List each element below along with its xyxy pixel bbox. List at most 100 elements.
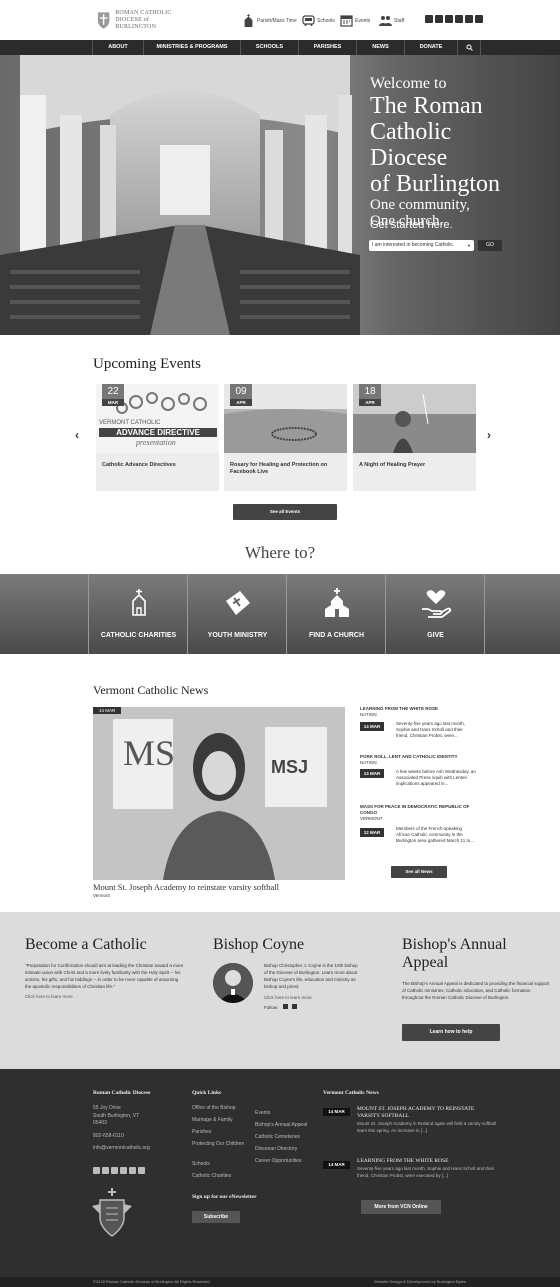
nav-news[interactable]: NEWS (357, 40, 404, 55)
go-button[interactable]: GO (478, 240, 502, 251)
event-card[interactable]: 09 APR Rosary for Healing and Protection… (224, 384, 347, 491)
news-main-location: Vermont (93, 893, 110, 898)
appeal-title-line-1: Bishop's Annual (402, 936, 507, 953)
quick-link[interactable]: Parishes (192, 1129, 211, 1135)
footer-phone[interactable]: 802-658-6110 (93, 1133, 150, 1141)
event-title[interactable]: Catholic Advance Directives (102, 462, 214, 469)
nav-search[interactable] (458, 40, 480, 55)
nav-parishes[interactable]: PARISHES (299, 40, 356, 55)
event-day: 18 (359, 384, 381, 399)
side-news-text: A few weeks before Ash Wednesday, an Ass… (396, 769, 476, 786)
bishop-learn-more-link[interactable]: Click here to learn more (264, 995, 359, 1000)
quick-link[interactable]: Protecting Our Children (192, 1141, 247, 1148)
event-card[interactable]: VERMONT CATHOLIC ADVANCE DIRECTIVE prese… (96, 384, 219, 491)
quick-link[interactable]: Events (255, 1110, 270, 1116)
vimeo-icon[interactable] (102, 1167, 109, 1174)
nav-ministries[interactable]: MINISTRIES & PROGRAMS (144, 40, 240, 55)
side-news-item[interactable]: PORK ROLL, LENT AND CATHOLIC IDENTITY NA… (360, 754, 476, 786)
where-label: GIVE (427, 632, 444, 639)
site-header: ROMAN CATHOLIC DIOCESE of BURLINGTON Par… (0, 0, 560, 40)
become-learn-more-link[interactable]: Click here to learn more (25, 994, 185, 999)
twitter-icon[interactable] (282, 1004, 288, 1009)
events-label: Events (355, 17, 371, 24)
side-news-title[interactable]: MASS FOR PEACE IN DEMOCRATIC REPUBLIC OF… (360, 804, 475, 816)
events-prev-arrow[interactable]: ‹ (75, 428, 79, 442)
events-link[interactable]: Events (340, 14, 370, 27)
quick-link[interactable]: Career Opportunities (255, 1158, 301, 1164)
see-all-events-button[interactable]: See all Events (233, 504, 337, 520)
footer-org-title: Roman Catholic Diocese (93, 1090, 151, 1096)
design-credit-link[interactable]: Website Design & Development by Burlingt… (374, 1279, 466, 1284)
bishop-portrait (213, 963, 253, 1003)
youtube-icon[interactable] (425, 15, 433, 23)
vcn-text: Seventy-five years ago last month, Sophi… (357, 1166, 495, 1178)
newsletter-title: Sign up for our eNewsletter (192, 1194, 257, 1200)
parish-mass-time-label: Parish/Mass Time (257, 17, 297, 24)
nav-schools[interactable]: SCHOOLS (241, 40, 298, 55)
news-main-headline[interactable]: Mount St. Joseph Academy to reinstate va… (93, 882, 279, 892)
crest-icon (97, 12, 110, 29)
footer-email[interactable]: info@vermontcatholic.org (93, 1145, 150, 1153)
side-news-item[interactable]: MASS FOR PEACE IN DEMOCRATIC REPUBLIC OF… (360, 804, 475, 843)
become-catholic-quote: "Preparation for Confirmation should aim… (25, 963, 184, 989)
twitter-icon[interactable] (455, 15, 463, 23)
learn-how-to-help-button[interactable]: Learn how to help (402, 1024, 500, 1041)
diocese-seal-icon (92, 1188, 132, 1237)
vcn-text: Mount St. Joseph Academy in Rutland agai… (357, 1121, 497, 1133)
quick-link[interactable]: Catholic Cemeteries (255, 1134, 300, 1140)
flickr-icon[interactable] (138, 1167, 145, 1174)
quick-link[interactable]: Schools (192, 1161, 210, 1167)
facebook-icon[interactable] (291, 1004, 297, 1009)
staff-link[interactable]: Staff (379, 14, 404, 27)
event-card[interactable]: 18 APR A Night of Healing Prayer (353, 384, 476, 491)
subscribe-button[interactable]: Subscribe (192, 1211, 240, 1223)
quick-link[interactable]: Bishop's Annual Appeal (255, 1122, 307, 1128)
quick-link[interactable]: Diocesan Directory (255, 1146, 297, 1152)
schools-link[interactable]: Schools (302, 14, 335, 27)
see-all-news-button[interactable]: See all News (391, 866, 447, 878)
quick-link[interactable]: Marriage & Family (192, 1117, 233, 1123)
event-day: 22 (102, 384, 124, 399)
welcome-catholic: Catholic (370, 119, 452, 145)
where-label: CATHOLIC CHARITIES (100, 632, 177, 639)
instagram-icon[interactable] (445, 15, 453, 23)
quick-link[interactable]: Catholic Charities (192, 1173, 231, 1179)
side-news-item[interactable]: LEARNING FROM THE WHITE ROSE NATION 14 M… (360, 706, 475, 738)
events-next-arrow[interactable]: › (487, 428, 491, 442)
twitter-icon[interactable] (120, 1167, 127, 1174)
caret-down-icon: ▼ (467, 243, 471, 248)
vcn-headline[interactable]: LEARNING FROM THE WHITE ROSE (357, 1158, 497, 1165)
welcome-heading: Welcome to The Roman Catholic Diocese of… (370, 75, 550, 229)
side-news-location: NATION (360, 760, 377, 765)
vcn-title: Vermont Catholic News (323, 1090, 379, 1096)
diocese-logo[interactable]: ROMAN CATHOLIC DIOCESE of BURLINGTON (96, 9, 188, 31)
where-youth-ministry[interactable]: YOUTH MINISTRY (188, 574, 287, 654)
quick-link[interactable]: Office of the Bishop (192, 1105, 236, 1111)
vimeo-icon[interactable] (435, 15, 443, 23)
nav-about[interactable]: ABOUT (93, 40, 143, 55)
facebook-icon[interactable] (465, 15, 473, 23)
footer-address-2: South Burlington, VT (93, 1112, 140, 1119)
flickr-icon[interactable] (475, 15, 483, 23)
parish-mass-time-link[interactable]: Parish/Mass Time (242, 14, 297, 27)
bishop-title: Bishop Coyne (213, 936, 305, 953)
nav-donate[interactable]: DONATE (405, 40, 457, 55)
where-catholic-charities[interactable]: CATHOLIC CHARITIES (89, 574, 188, 654)
instagram-icon[interactable] (111, 1167, 118, 1174)
event-title[interactable]: A Night of Healing Prayer (359, 462, 471, 469)
interest-select[interactable]: I am interested in becoming Catholic. ▼ (369, 240, 474, 251)
side-news-date: 12 MAR (360, 828, 384, 837)
youtube-icon[interactable] (93, 1167, 100, 1174)
welcome-community: One community, (370, 197, 470, 213)
where-label: YOUTH MINISTRY (207, 632, 268, 639)
news-main-image[interactable]: MS MSJ (93, 707, 345, 880)
event-date-badge: 22 MAR (102, 384, 124, 406)
facebook-icon[interactable] (129, 1167, 136, 1174)
footer-address-1: 55 Joy Drive (93, 1105, 121, 1111)
where-give[interactable]: GIVE (386, 574, 485, 654)
where-find-a-church[interactable]: FIND A CHURCH (287, 574, 386, 654)
schools-label: Schools (317, 17, 335, 24)
more-from-vcn-button[interactable]: More from VCN Online (361, 1200, 441, 1214)
event-title[interactable]: Rosary for Healing and Protection on Fac… (230, 462, 342, 476)
vcn-headline[interactable]: MOUNT ST. JOSEPH ACADEMY TO REINSTATE VA… (357, 1106, 497, 1120)
